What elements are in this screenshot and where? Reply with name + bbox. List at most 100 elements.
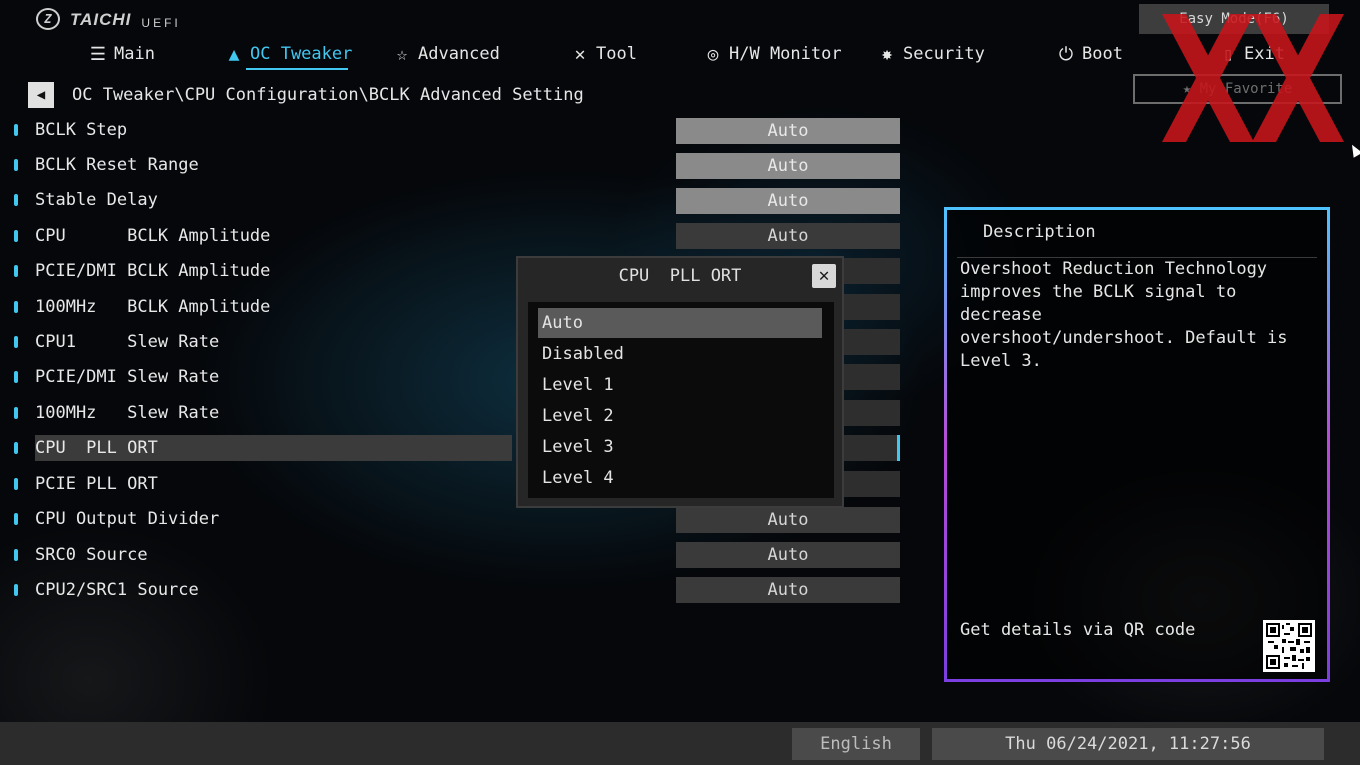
- language-selector[interactable]: English: [792, 728, 920, 760]
- setting-label: 100MHz BCLK Amplitude: [35, 297, 271, 317]
- option-popup-dialog: CPU PLL ORT ✕ Auto Disabled Level 1 Leve…: [516, 256, 844, 508]
- tab-label: Tool: [596, 44, 637, 64]
- my-favorite-button[interactable]: ★ My Favorite: [1133, 74, 1342, 104]
- breadcrumb: ◀ OC Tweaker\CPU Configuration\BCLK Adva…: [28, 82, 584, 108]
- row-bullet: [14, 371, 18, 383]
- description-panel: Description Overshoot Reduction Technolo…: [944, 207, 1330, 682]
- option-item[interactable]: Level 2: [538, 401, 822, 431]
- list-icon: ☰: [89, 43, 107, 65]
- setting-row[interactable]: BCLK Reset Range: [14, 152, 512, 178]
- row-bullet: [14, 194, 18, 206]
- tab-tool[interactable]: ✕ Tool: [570, 40, 637, 68]
- setting-row[interactable]: Stable Delay: [14, 187, 512, 213]
- tab-main[interactable]: ☰ Main: [88, 40, 155, 68]
- back-arrow-icon: ◀: [36, 87, 46, 103]
- setting-value-dropdown[interactable]: Auto: [676, 153, 900, 179]
- row-bullet: [14, 478, 18, 490]
- uefi-label: UEFI: [141, 16, 181, 30]
- row-bullet: [14, 549, 18, 561]
- rocket-icon: ▲: [228, 43, 240, 65]
- tab-label: Security: [903, 44, 985, 64]
- row-bullet: [14, 301, 18, 313]
- exit-door-icon: ▯: [1222, 43, 1234, 65]
- setting-row[interactable]: SRC0 Source: [14, 542, 512, 568]
- tab-boot[interactable]: ⏻ Boot: [1056, 40, 1123, 68]
- close-icon: ✕: [818, 265, 830, 286]
- setting-row[interactable]: CPU BCLK Amplitude: [14, 223, 512, 249]
- setting-label: BCLK Reset Range: [35, 155, 199, 175]
- shield-icon: ✸: [881, 43, 893, 65]
- my-favorite-label: My Favorite: [1199, 81, 1293, 97]
- setting-label: CPU Output Divider: [35, 509, 220, 529]
- setting-row[interactable]: PCIE/DMI BCLK Amplitude: [14, 258, 512, 284]
- setting-label: SRC0 Source: [35, 545, 148, 565]
- description-line: Level 3.: [960, 351, 1042, 371]
- star-advanced-icon: ☆: [396, 43, 408, 65]
- row-bullet: [14, 584, 18, 596]
- tab-advanced[interactable]: ☆ Advanced: [392, 40, 500, 68]
- popup-title: CPU PLL ORT: [618, 266, 742, 286]
- top-navigation: ☰ Main ▲ OC Tweaker ☆ Advanced ✕ Tool ◎ …: [0, 40, 1360, 70]
- popup-option-list: Auto Disabled Level 1 Level 2 Level 3 Le…: [528, 302, 834, 498]
- setting-row[interactable]: BCLK Step: [14, 117, 512, 143]
- description-line: overshoot/undershoot. Default is: [960, 328, 1288, 348]
- setting-row[interactable]: PCIE PLL ORT: [14, 471, 512, 497]
- brand-logo: Z TAICHI UEFI: [36, 8, 181, 30]
- row-bullet: [14, 265, 18, 277]
- close-button[interactable]: ✕: [812, 264, 836, 288]
- easy-mode-button[interactable]: Easy Mode(F6): [1139, 4, 1329, 34]
- qr-label: Get details via QR code: [960, 620, 1196, 640]
- row-bullet: [14, 513, 18, 525]
- date-time-display: Thu 06/24/2021, 11:27:56: [932, 728, 1324, 760]
- setting-label: PCIE PLL ORT: [35, 474, 158, 494]
- back-button[interactable]: ◀: [28, 82, 54, 108]
- option-item[interactable]: Level 3: [538, 432, 822, 462]
- tab-label: OC Tweaker: [250, 44, 353, 64]
- star-icon: ★: [1182, 81, 1200, 97]
- tab-security[interactable]: ✸ Security: [877, 40, 985, 68]
- option-item[interactable]: Level 1: [538, 370, 822, 400]
- row-bullet: [14, 230, 18, 242]
- setting-value-dropdown[interactable]: Auto: [676, 188, 900, 214]
- setting-label: PCIE/DMI BCLK Amplitude: [35, 261, 271, 281]
- row-bullet: [14, 159, 18, 171]
- tab-hw-monitor[interactable]: ◎ H/W Monitor: [703, 40, 842, 68]
- monitor-gauge-icon: ◎: [707, 43, 719, 65]
- option-item[interactable]: Disabled: [538, 339, 822, 369]
- breadcrumb-path: OC Tweaker\CPU Configuration\BCLK Advanc…: [72, 85, 584, 105]
- tab-oc-tweaker[interactable]: ▲ OC Tweaker: [224, 40, 353, 70]
- row-bullet: [14, 124, 18, 136]
- option-item-selected[interactable]: Auto: [538, 308, 822, 338]
- setting-row[interactable]: CPU Output Divider: [14, 506, 512, 532]
- option-item[interactable]: Level 4: [538, 463, 822, 493]
- setting-row-selected[interactable]: CPU PLL ORT: [14, 435, 512, 461]
- setting-row[interactable]: 100MHz Slew Rate: [14, 400, 512, 426]
- description-title: Description: [983, 222, 1096, 242]
- setting-row[interactable]: CPU1 Slew Rate: [14, 329, 512, 355]
- setting-value-dropdown[interactable]: Auto: [676, 577, 900, 603]
- tab-exit[interactable]: ▯ Exit: [1218, 40, 1285, 68]
- tools-icon: ✕: [574, 43, 586, 65]
- tab-label: H/W Monitor: [729, 44, 842, 64]
- setting-label: Stable Delay: [35, 190, 158, 210]
- setting-row[interactable]: PCIE/DMI Slew Rate: [14, 364, 512, 390]
- row-bullet: [14, 407, 18, 419]
- setting-label: CPU2/SRC1 Source: [35, 580, 199, 600]
- setting-value-dropdown[interactable]: Auto: [676, 542, 900, 568]
- setting-row[interactable]: 100MHz BCLK Amplitude: [14, 294, 512, 320]
- setting-value-dropdown[interactable]: Auto: [676, 507, 900, 533]
- setting-value-dropdown[interactable]: Auto: [676, 223, 900, 249]
- setting-label: CPU PLL ORT: [34, 435, 512, 461]
- setting-label: 100MHz Slew Rate: [35, 403, 220, 423]
- tab-label: Main: [114, 44, 155, 64]
- setting-value-dropdown[interactable]: Auto: [676, 118, 900, 144]
- setting-row[interactable]: CPU2/SRC1 Source: [14, 577, 512, 603]
- setting-label: CPU BCLK Amplitude: [35, 226, 271, 246]
- row-bullet: [14, 336, 18, 348]
- power-icon: ⏻: [1058, 43, 1074, 65]
- description-line: Overshoot Reduction Technology: [960, 259, 1268, 279]
- brand-name: TAICHI: [70, 10, 132, 29]
- tab-label: Exit: [1244, 44, 1285, 64]
- row-bullet: [14, 442, 18, 454]
- tab-label: Boot: [1082, 44, 1123, 64]
